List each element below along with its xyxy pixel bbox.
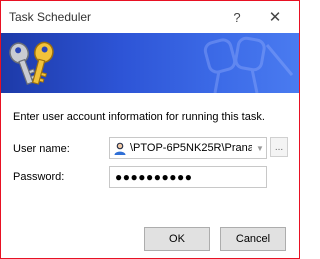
chevron-down-icon[interactable]: ▼ [254, 138, 266, 158]
task-scheduler-dialog: Task Scheduler ? ✕ Enter user account in… [0, 0, 300, 259]
header-banner [1, 33, 299, 93]
ok-button[interactable]: OK [144, 227, 210, 251]
keys-watermark-icon [203, 36, 294, 93]
cancel-button[interactable]: Cancel [220, 227, 286, 251]
window-title: Task Scheduler [9, 10, 92, 24]
browse-user-button[interactable]: ... [270, 137, 288, 157]
password-label: Password: [13, 171, 65, 183]
keys-icon [9, 41, 54, 85]
password-field[interactable]: ●●●●●●●●●● [109, 166, 267, 188]
user-icon [114, 142, 126, 155]
user-name-combo[interactable]: \PTOP-6P5NK25R\Pranaya ▼ [109, 137, 267, 159]
user-name-value: \PTOP-6P5NK25R\Pranaya [130, 142, 252, 154]
instruction-text: Enter user account information for runni… [13, 111, 265, 123]
title-bar[interactable]: Task Scheduler ? ✕ [1, 1, 299, 33]
user-name-label: User name: [13, 143, 70, 155]
dialog-content: Enter user account information for runni… [1, 93, 299, 258]
password-value: ●●●●●●●●●● [115, 170, 193, 184]
help-button[interactable]: ? [223, 5, 251, 29]
close-button[interactable]: ✕ [261, 5, 289, 29]
